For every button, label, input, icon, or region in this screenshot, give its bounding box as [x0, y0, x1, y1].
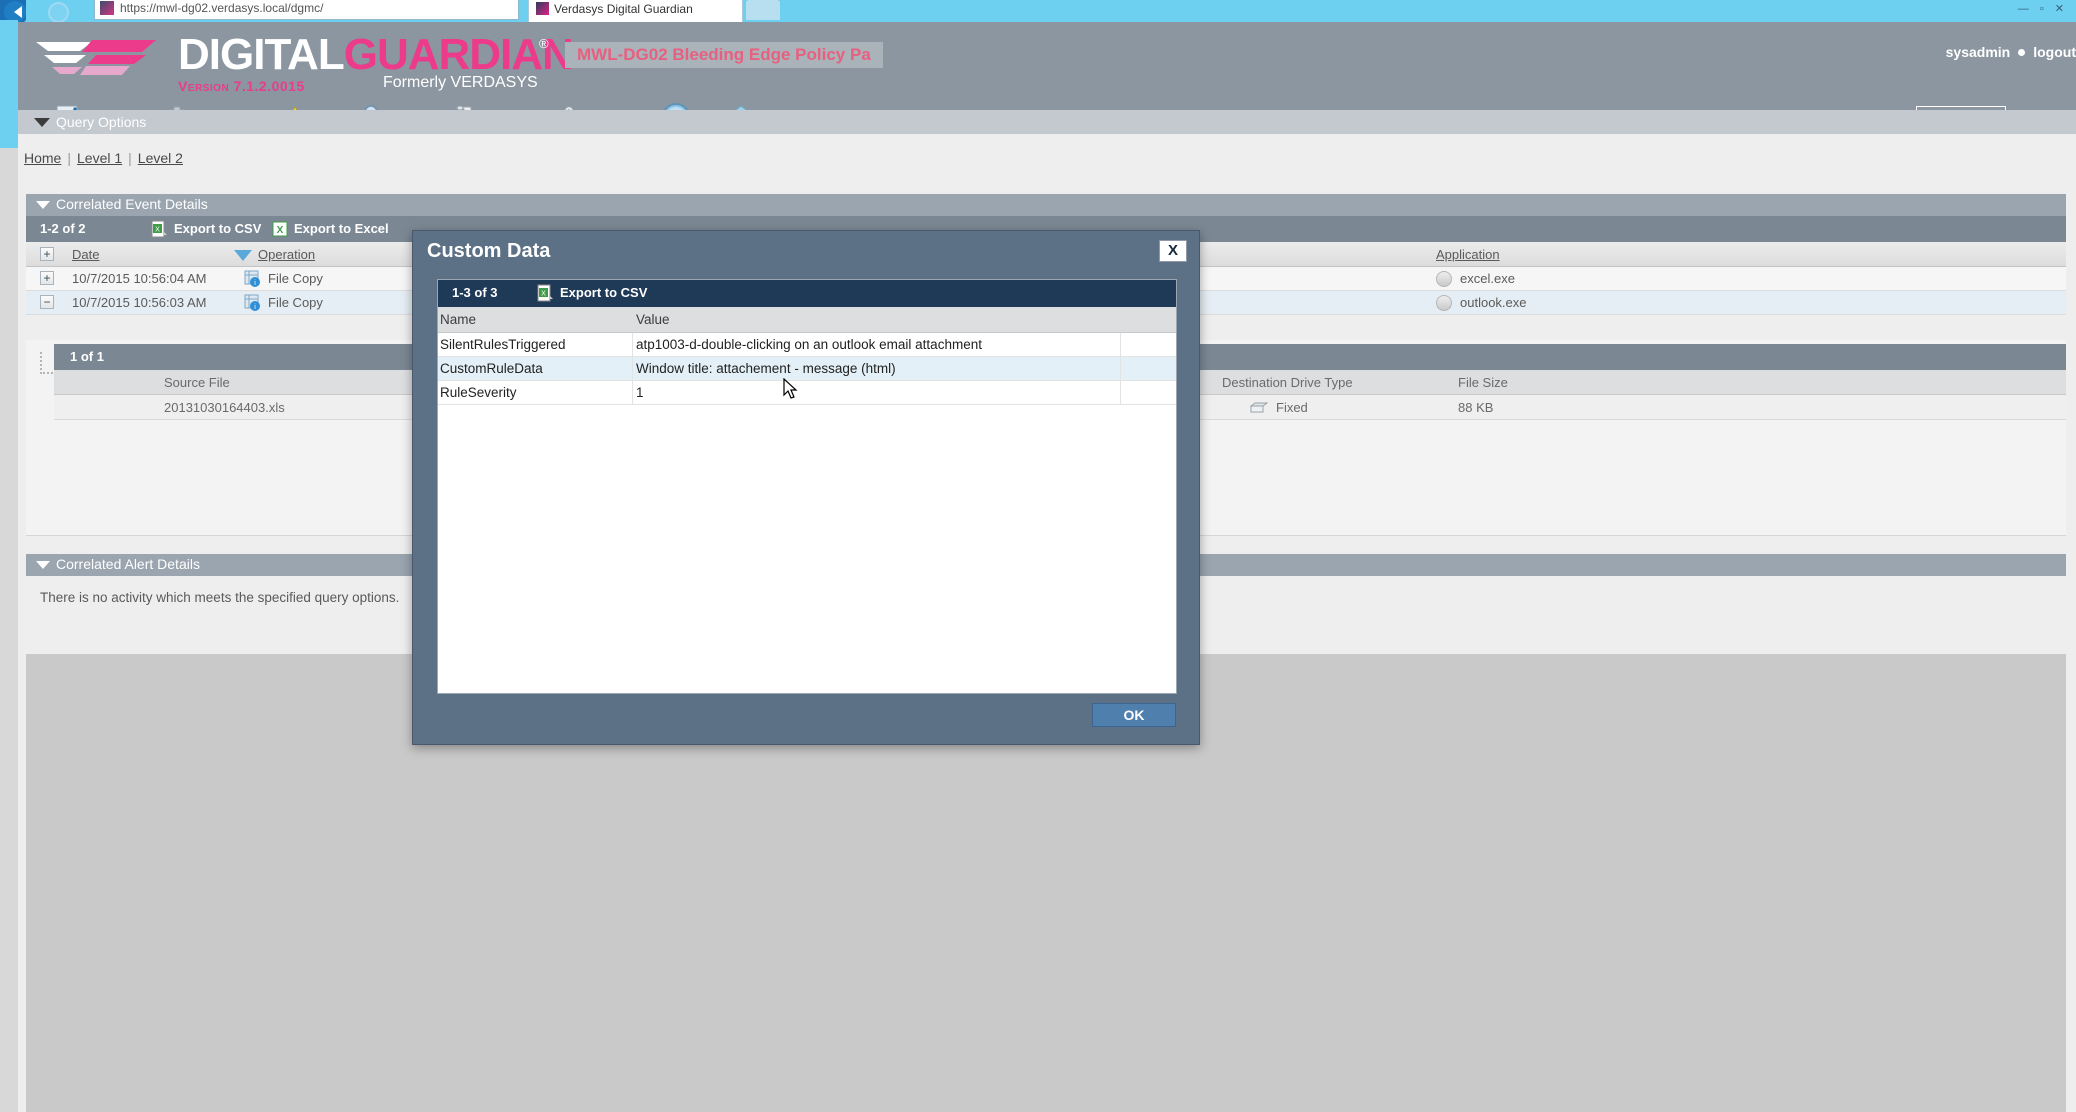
cell-value: atp1003-d-double-clicking on an outlook … — [636, 337, 982, 352]
cell-operation: File Copy — [268, 295, 323, 310]
cell-name: RuleSeverity — [440, 385, 517, 400]
application-icon — [1436, 271, 1452, 287]
brand-word-digital: DIGITAL — [178, 30, 345, 79]
panel-title-bar[interactable]: Correlated Event Details — [26, 194, 2066, 216]
export-to-csv-button[interactable]: Export to CSV — [174, 221, 261, 236]
svg-text:X: X — [541, 291, 546, 298]
formerly-verdasys-label: Formerly VERDASYS — [383, 74, 538, 91]
chevron-down-icon[interactable] — [36, 561, 50, 569]
modal-table-row[interactable]: SilentRulesTriggered atp1003-d-double-cl… — [438, 333, 1176, 357]
column-header-value: Value — [636, 312, 670, 327]
custom-data-modal: Custom Data X 1-3 of 3 X Export to CSV N… — [412, 230, 1200, 745]
modal-content: 1-3 of 3 X Export to CSV Name Value Sile… — [437, 279, 1177, 694]
column-header-source-file[interactable]: Source File — [164, 375, 230, 390]
sort-descending-icon[interactable] — [234, 250, 252, 261]
cell-application: excel.exe — [1460, 271, 1515, 286]
browser-url-text: https://mwl-dg02.verdasys.local/dgmc/ — [120, 1, 324, 15]
column-header-name: Name — [440, 312, 477, 327]
drive-icon — [1250, 402, 1268, 413]
file-copy-icon: i — [244, 270, 260, 287]
user-session-area: sysadmin logout — [1946, 44, 2076, 60]
column-divider — [632, 333, 633, 357]
column-header-destination-drive-type[interactable]: Destination Drive Type — [1222, 375, 1353, 390]
breadcrumb-separator: | — [67, 150, 71, 166]
browser-forward-button[interactable] — [48, 2, 69, 23]
row-expander-toggle[interactable]: − — [40, 295, 54, 309]
record-count-label: 1-2 of 2 — [40, 221, 86, 236]
cell-file-size: 88 KB — [1458, 400, 1494, 415]
breadcrumb-separator-2: | — [128, 150, 132, 166]
modal-table-row[interactable]: CustomRuleData Window title: attachement… — [438, 357, 1176, 381]
back-arrow-icon — [14, 6, 22, 18]
app-header: DIGITALGUARDIAN ® Version 7.1.2.0015 For… — [18, 22, 2076, 131]
empty-state-message: There is no activity which meets the spe… — [40, 590, 400, 605]
cell-name: CustomRuleData — [440, 361, 543, 376]
breadcrumb-level-2[interactable]: Level 2 — [138, 150, 183, 166]
left-rail-lower — [0, 148, 18, 1112]
breadcrumb-home[interactable]: Home — [24, 150, 61, 166]
column-header-file-size[interactable]: File Size — [1458, 375, 1508, 390]
chevron-down-icon[interactable] — [36, 201, 50, 209]
site-favicon-icon — [100, 1, 114, 15]
modal-export-to-csv-button[interactable]: Export to CSV — [560, 285, 647, 300]
modal-title: Custom Data — [427, 240, 551, 262]
breadcrumb-level-1[interactable]: Level 1 — [77, 150, 122, 166]
breadcrumb: Home | Level 1 | Level 2 — [24, 150, 183, 166]
chevron-down-icon[interactable] — [34, 118, 50, 127]
column-header-operation[interactable]: Operation — [258, 247, 315, 262]
ok-button[interactable]: OK — [1092, 703, 1176, 727]
mouse-cursor — [783, 378, 798, 399]
row-expander-toggle[interactable]: + — [40, 271, 54, 285]
panel-title: Correlated Alert Details — [56, 556, 200, 572]
excel-file-icon: X — [272, 221, 288, 237]
cell-value: Window title: attachement - message (htm… — [636, 361, 896, 376]
column-divider — [1120, 333, 1121, 357]
modal-record-count-label: 1-3 of 3 — [452, 285, 498, 300]
panel-title: Correlated Event Details — [56, 196, 208, 212]
close-icon[interactable]: X — [1159, 240, 1187, 262]
column-divider — [1120, 381, 1121, 405]
application-icon — [1436, 295, 1452, 311]
nested-record-count-label: 1 of 1 — [70, 349, 104, 364]
brand-wordmark: DIGITALGUARDIAN — [178, 30, 574, 80]
expand-all-toggle[interactable]: + — [40, 247, 54, 261]
cell-date: 10/7/2015 10:56:04 AM — [72, 271, 207, 286]
cell-value: 1 — [636, 385, 644, 400]
logout-link[interactable]: logout — [2033, 44, 2076, 60]
browser-tab-title: Verdasys Digital Guardian — [554, 2, 693, 16]
svg-text:X: X — [155, 227, 160, 234]
separator-dot-icon — [2018, 48, 2026, 56]
modal-table-header-row: Name Value — [438, 307, 1176, 333]
column-divider — [632, 357, 633, 381]
cell-date: 10/7/2015 10:56:03 AM — [72, 295, 207, 310]
username-label: sysadmin — [1945, 44, 2011, 60]
csv-file-icon: X — [151, 220, 167, 238]
policy-pack-badge: MWL-DG02 Bleeding Edge Policy Pa — [565, 42, 883, 68]
browser-chrome: https://mwl-dg02.verdasys.local/dgmc/ Ve… — [0, 0, 2076, 23]
query-options-label: Query Options — [56, 114, 147, 130]
cell-source-file: 20131030164403.xls — [164, 400, 285, 415]
column-header-date[interactable]: Date — [72, 247, 99, 262]
modal-toolbar: 1-3 of 3 X Export to CSV — [438, 280, 1176, 307]
window-controls[interactable]: — ▫ ✕ — [2018, 2, 2068, 15]
svg-text:X: X — [277, 225, 284, 236]
column-header-application[interactable]: Application — [1436, 247, 1500, 262]
cell-application: outlook.exe — [1460, 295, 1527, 310]
cell-name: SilentRulesTriggered — [440, 337, 566, 352]
query-options-bar[interactable]: Query Options — [18, 110, 2076, 134]
cell-operation: File Copy — [268, 271, 323, 286]
modal-table-row[interactable]: RuleSeverity 1 — [438, 381, 1176, 405]
column-divider — [632, 381, 633, 405]
tab-favicon-icon — [536, 2, 549, 15]
csv-file-icon: X — [537, 284, 553, 302]
column-divider — [1120, 357, 1121, 381]
app-version-label: Version 7.1.2.0015 — [178, 78, 305, 94]
cell-destination-drive-type: Fixed — [1276, 400, 1308, 415]
digital-guardian-logo-icon — [36, 40, 156, 75]
registered-trademark-mark: ® — [539, 36, 549, 51]
file-copy-icon: i — [244, 294, 260, 311]
new-tab-button[interactable] — [746, 0, 780, 20]
export-to-excel-button[interactable]: Export to Excel — [294, 221, 389, 236]
